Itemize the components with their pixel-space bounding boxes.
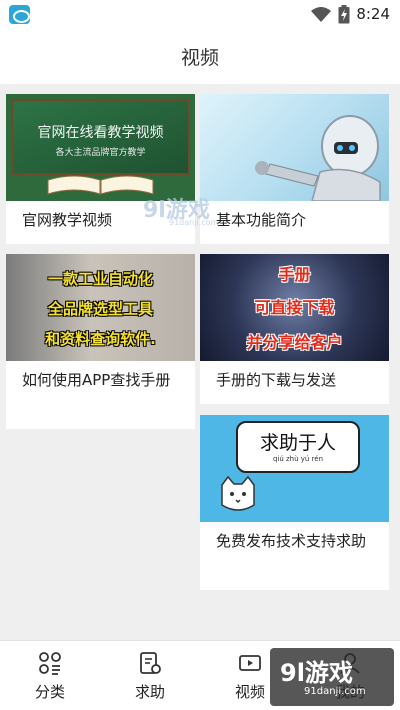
watermark-url: 91danji.com — [169, 218, 219, 227]
wifi-icon — [311, 7, 332, 22]
battery-charging-icon — [338, 4, 350, 23]
nav-item-help[interactable]: 求助 — [100, 641, 200, 710]
video-thumbnail: 求助于人 qiú zhù yú rén — [200, 415, 389, 522]
status-bar: 8:24 — [0, 0, 400, 28]
grid-icon — [39, 652, 61, 675]
status-indicators: 8:24 — [310, 4, 390, 24]
thumbnail-caption: 全品牌选型工具 — [47, 300, 153, 318]
video-card[interactable]: 一款工业自动化 全品牌选型工具 和资料查询软件. 如何使用APP查找手册 — [6, 254, 195, 429]
nav-item-category[interactable]: 分类 — [0, 641, 100, 710]
thumbnail-pinyin: qiú zhù yú rén — [272, 455, 324, 463]
thumbnail-caption: 官网在线看教学视频 — [37, 125, 164, 141]
nav-label: 求助 — [134, 683, 165, 701]
video-icon — [239, 655, 261, 671]
thumbnail-caption: 并分享给客户 — [246, 333, 343, 352]
title-bar: 视频 — [0, 28, 400, 84]
video-title: 手册的下载与发送 — [216, 371, 337, 389]
brand-watermark-badge: 9l游戏 91danji.com — [270, 648, 394, 706]
app-notification-icon — [9, 5, 30, 24]
video-title: 如何使用APP查找手册 — [22, 371, 171, 389]
video-thumbnail: 官网在线看教学视频 各大主流品牌官方教学 — [6, 94, 195, 201]
clock-time: 8:24 — [356, 5, 390, 23]
thumbnail-caption: 求助于人 — [259, 432, 336, 454]
video-title: 免费发布技术支持求助 — [216, 532, 367, 550]
thumbnail-subcaption: 各大主流品牌官方教学 — [55, 148, 146, 158]
video-thumbnail: 一款工业自动化 全品牌选型工具 和资料查询软件. — [6, 254, 195, 361]
thumbnail-caption: 手册 — [278, 265, 311, 284]
robot-image — [255, 115, 381, 201]
thumbnail-caption: 可直接下载 — [254, 298, 335, 317]
watermark-logo: 9l游戏 91danji.com — [143, 192, 243, 232]
video-thumbnail: 手册 可直接下载 并分享给客户 — [200, 254, 389, 361]
cat-mascot-icon — [221, 475, 255, 511]
video-grid: 官网在线看教学视频 各大主流品牌官方教学 官网教学视频 基本功能简介 一款工业自… — [0, 84, 400, 640]
open-book-image — [47, 175, 154, 195]
brand-text: 9l游戏 — [280, 659, 353, 687]
speech-bubble: 求助于人 qiú zhù yú rén — [236, 421, 360, 473]
brand-url: 91danji.com — [304, 686, 366, 697]
video-card[interactable]: 手册 可直接下载 并分享给客户 手册的下载与发送 — [200, 254, 389, 404]
video-card[interactable]: 求助于人 qiú zhù yú rén 免费发布技术支持求助 — [200, 415, 389, 590]
thumbnail-caption: 和资料查询软件. — [45, 330, 156, 348]
video-thumbnail — [200, 94, 389, 201]
page-title: 视频 — [180, 46, 219, 69]
thumbnail-caption: 一款工业自动化 — [47, 270, 153, 288]
help-doc-icon — [140, 652, 161, 674]
nav-label: 分类 — [34, 683, 65, 701]
